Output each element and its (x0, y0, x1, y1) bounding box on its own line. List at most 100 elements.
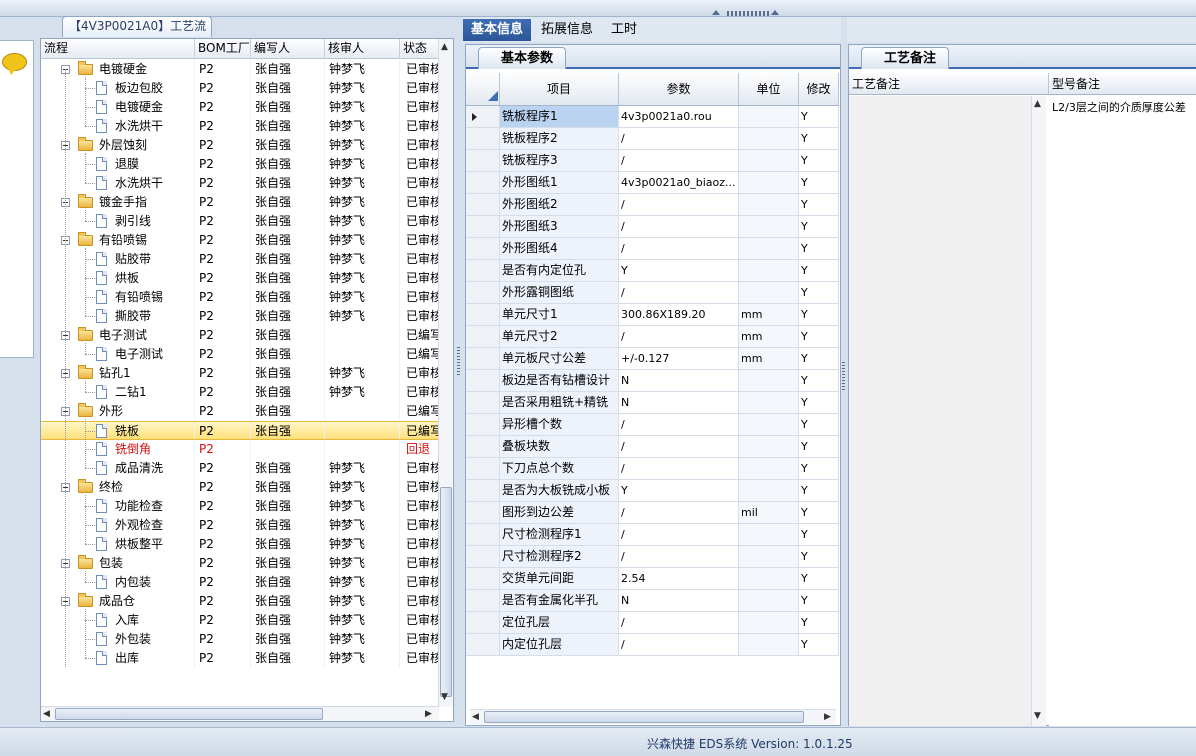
unit-cell[interactable] (739, 414, 799, 435)
tree-item-row[interactable]: 撕胶带 P2 张自强 钟梦飞 已审核 (41, 307, 439, 326)
row-header[interactable] (466, 568, 500, 589)
tree-item-row[interactable]: 退膜 P2 张自强 钟梦飞 已审核 (41, 155, 439, 174)
item-cell[interactable]: 单元板尺寸公差 (500, 348, 619, 369)
param-row[interactable]: 叠板块数 / Y (466, 436, 839, 458)
param-cell[interactable]: / (619, 150, 739, 171)
modify-cell[interactable]: Y (799, 436, 839, 457)
tab-extended-info[interactable]: 拓展信息 (533, 19, 601, 41)
row-header[interactable] (466, 216, 500, 237)
item-cell[interactable]: 铣板程序2 (500, 128, 619, 149)
param-row[interactable]: 尺寸检测程序1/ Y (466, 524, 839, 546)
param-cell[interactable]: / (619, 128, 739, 149)
param-cell[interactable]: / (619, 326, 739, 347)
modify-cell[interactable]: Y (799, 216, 839, 237)
model-note-field[interactable]: L2/3层之间的介质厚度公差 (1049, 96, 1196, 726)
item-cell[interactable]: 单元尺寸1 (500, 304, 619, 325)
modify-cell[interactable]: Y (799, 106, 839, 127)
col-writer[interactable]: 编写人 (251, 39, 325, 58)
unit-cell[interactable] (739, 546, 799, 567)
param-row[interactable]: 尺寸检测程序2/ Y (466, 546, 839, 568)
collapse-up-icon[interactable] (712, 10, 720, 15)
note-vscroll[interactable]: ▲ ▼ (1031, 96, 1046, 726)
item-cell[interactable]: 叠板块数 (500, 436, 619, 457)
tab-basic-params[interactable]: 基本参数 (478, 47, 567, 69)
row-header[interactable] (466, 612, 500, 633)
param-cell[interactable]: +/-0.127 (619, 348, 739, 369)
param-cell[interactable]: / (619, 282, 739, 303)
item-cell[interactable]: 下刀点总个数 (500, 458, 619, 479)
unit-cell[interactable] (739, 238, 799, 259)
item-cell[interactable]: 内定位孔层 (500, 634, 619, 655)
tab-basic-info[interactable]: 基本信息 (463, 19, 532, 41)
tree-hscroll[interactable]: ◀ ▶ (41, 706, 439, 721)
unit-cell[interactable] (739, 370, 799, 391)
param-cell[interactable]: / (619, 546, 739, 567)
chat-bubble-icon[interactable] (2, 53, 27, 75)
col-reviewer[interactable]: 核审人 (325, 39, 400, 58)
tree-item-row[interactable]: 入库 P2 张自强 钟梦飞 已审核 (41, 611, 439, 630)
param-row[interactable]: 铣板程序2/ Y (466, 128, 839, 150)
scroll-thumb[interactable] (440, 487, 452, 697)
row-header[interactable] (466, 546, 500, 567)
item-cell[interactable]: 外形图纸2 (500, 194, 619, 215)
row-header[interactable] (466, 590, 500, 611)
item-cell[interactable]: 铣板程序3 (500, 150, 619, 171)
modify-cell[interactable]: Y (799, 326, 839, 347)
param-cell[interactable]: / (619, 238, 739, 259)
col-process-note[interactable]: 工艺备注 (849, 73, 1049, 94)
col-modify[interactable]: 修改 (799, 73, 839, 105)
modify-cell[interactable]: Y (799, 128, 839, 149)
col-status[interactable]: 状态 (400, 39, 439, 58)
modify-cell[interactable]: Y (799, 238, 839, 259)
row-header[interactable] (466, 480, 500, 501)
modify-cell[interactable]: Y (799, 458, 839, 479)
modify-cell[interactable]: Y (799, 260, 839, 281)
row-header[interactable] (466, 348, 500, 369)
param-cell[interactable]: N (619, 370, 739, 391)
unit-cell[interactable] (739, 282, 799, 303)
scroll-left-icon[interactable]: ◀ (43, 708, 50, 720)
tree-item-row[interactable]: 电子测试 P2 张自强 已编写 (41, 345, 439, 364)
unit-cell[interactable] (739, 150, 799, 171)
row-header[interactable] (466, 502, 500, 523)
modify-cell[interactable]: Y (799, 304, 839, 325)
item-cell[interactable]: 外形图纸3 (500, 216, 619, 237)
modify-cell[interactable]: Y (799, 348, 839, 369)
param-cell[interactable]: / (619, 436, 739, 457)
modify-cell[interactable]: Y (799, 634, 839, 655)
param-row[interactable]: 单元尺寸1 300.86X189.20 mm Y (466, 304, 839, 326)
tree-item-row[interactable]: 烘板 P2 张自强 钟梦飞 已审核 (41, 269, 439, 288)
row-header[interactable] (466, 194, 500, 215)
param-row[interactable]: 外形图纸1 4v3p0021a0_biaoz... Y (466, 172, 839, 194)
tab-process-notes[interactable]: 工艺备注 (861, 47, 950, 69)
tree-folder-row[interactable]: 外层蚀刻 P2 张自强 钟梦飞 已审核 (41, 136, 439, 155)
tree-item-row[interactable]: 贴胶带 P2 张自强 钟梦飞 已审核 (41, 250, 439, 269)
param-cell[interactable]: 4v3p0021a0.rou (619, 106, 739, 127)
params-hscroll[interactable]: ◀ ▶ (470, 709, 836, 724)
param-row[interactable]: 外形图纸3/ Y (466, 216, 839, 238)
item-cell[interactable]: 铣板程序1 (500, 106, 619, 127)
right-splitter[interactable] (841, 17, 847, 725)
modify-cell[interactable]: Y (799, 282, 839, 303)
param-cell[interactable]: / (619, 634, 739, 655)
modify-cell[interactable]: Y (799, 502, 839, 523)
param-cell[interactable]: 2.54 (619, 568, 739, 589)
param-row[interactable]: 外形图纸4/ Y (466, 238, 839, 260)
param-row[interactable]: 单元板尺寸公差 +/-0.127 mm Y (466, 348, 839, 370)
item-cell[interactable]: 图形到边公差 (500, 502, 619, 523)
row-header[interactable] (466, 392, 500, 413)
tree-item-row[interactable]: 剥引线 P2 张自强 钟梦飞 已审核 (41, 212, 439, 231)
collapse-up-icon[interactable] (771, 10, 779, 15)
param-row[interactable]: 外形露铜图纸 / Y (466, 282, 839, 304)
row-header[interactable] (466, 238, 500, 259)
row-header[interactable] (466, 370, 500, 391)
param-cell[interactable]: / (619, 458, 739, 479)
unit-cell[interactable]: mil (739, 502, 799, 523)
unit-cell[interactable] (739, 634, 799, 655)
param-row[interactable]: 是否有内定位孔 Y Y (466, 260, 839, 282)
item-cell[interactable]: 尺寸检测程序1 (500, 524, 619, 545)
param-cell[interactable]: N (619, 590, 739, 611)
row-header[interactable] (466, 150, 500, 171)
row-header[interactable] (466, 326, 500, 347)
param-cell[interactable]: / (619, 502, 739, 523)
